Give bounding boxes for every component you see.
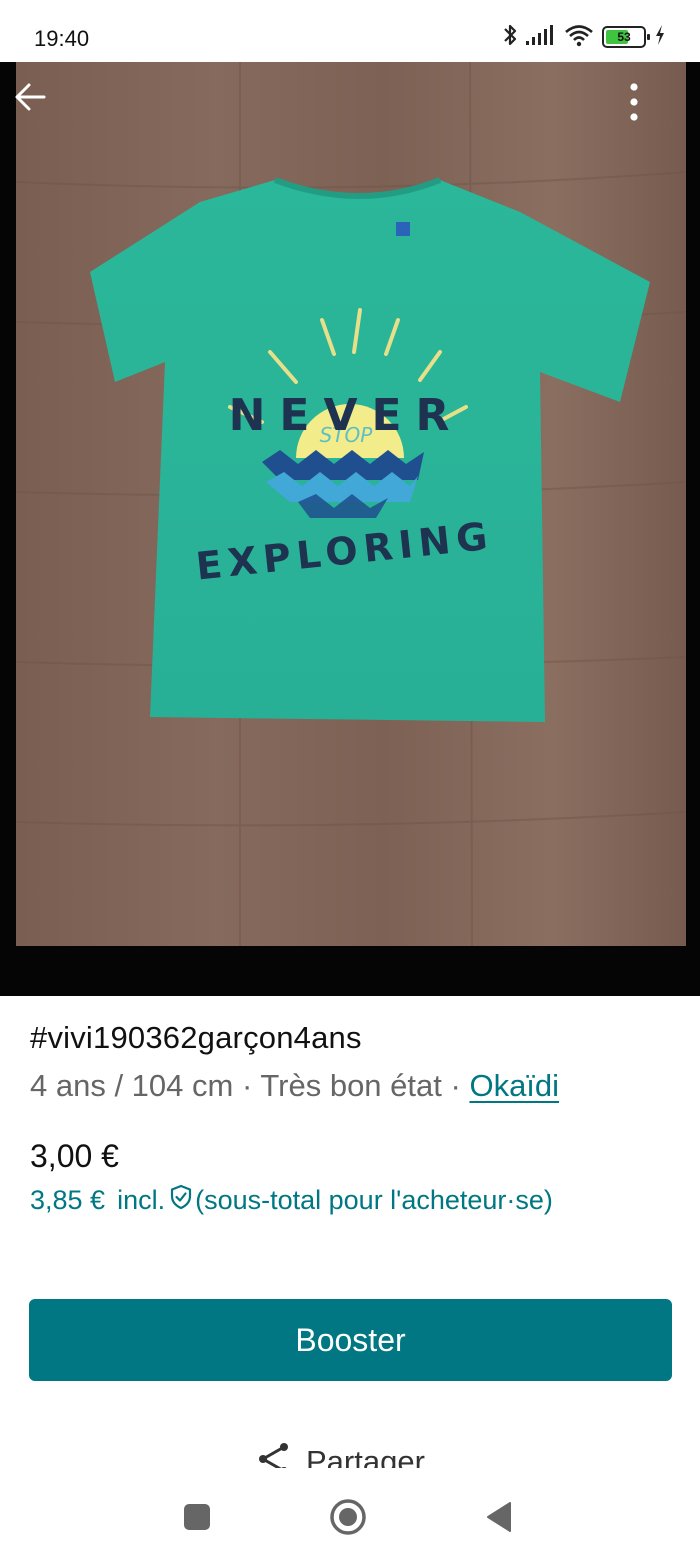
item-meta: 4 ans / 104 cm · Très bon état · Okaïdi [30, 1068, 670, 1104]
battery-level: 53 [617, 30, 631, 44]
wifi-icon [564, 23, 594, 52]
status-bar: 19:40 53 [0, 0, 700, 62]
charging-icon [654, 24, 666, 51]
battery-icon: 53 [602, 26, 650, 48]
bluetooth-icon [502, 22, 518, 53]
recent-apps-button[interactable] [172, 1494, 222, 1544]
back-button[interactable] [14, 82, 70, 138]
meta-separator: · [241, 1068, 253, 1103]
signal-icon [526, 24, 556, 51]
product-photo[interactable]: STOP NEVER EXPLORING [0, 62, 700, 996]
circle-icon [328, 1497, 368, 1542]
item-price: 3,00 € [30, 1138, 119, 1174]
item-title: #vivi190362garçon4ans [30, 1020, 362, 1055]
item-condition: Très bon état [260, 1068, 442, 1103]
item-size: 4 ans / 104 cm [30, 1068, 234, 1103]
print-never: NEVER [229, 390, 464, 441]
brand-link[interactable]: Okaïdi [469, 1068, 559, 1103]
triangle-back-icon [484, 1501, 514, 1538]
home-button[interactable] [323, 1494, 373, 1544]
buyer-price-info[interactable]: 3,85 € incl. (sous-total pour l'acheteur… [30, 1184, 553, 1217]
meta-separator: · [450, 1068, 461, 1103]
item-details: #vivi190362garçon4ans 4 ans / 104 cm · T… [30, 1020, 670, 1215]
tshirt-photo: STOP NEVER EXPLORING [15, 62, 687, 947]
buyer-note: (sous-total pour l'acheteur·se) [195, 1185, 553, 1215]
system-nav-bar [0, 1480, 700, 1556]
shield-check-icon [169, 1184, 193, 1217]
price-with-fee: 3,85 € [30, 1185, 106, 1215]
status-time: 19:40 [34, 26, 90, 51]
booster-button[interactable]: Booster [29, 1299, 672, 1381]
status-icons: 53 [502, 22, 666, 52]
back-nav-button[interactable] [474, 1494, 524, 1544]
incl-label: incl. [117, 1185, 166, 1215]
more-options-button[interactable] [629, 82, 685, 138]
square-icon [183, 1503, 211, 1536]
